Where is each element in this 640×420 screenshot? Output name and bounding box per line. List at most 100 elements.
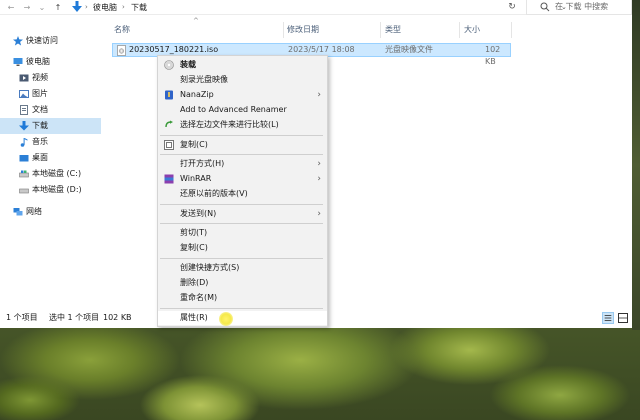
compare-icon xyxy=(165,120,173,128)
sidebar-item-label: 快速访问 xyxy=(26,36,58,45)
sidebar-item-label: 彼电脑 xyxy=(26,57,50,66)
sidebar-item-drive-c[interactable]: 本地磁盘 (C:) xyxy=(0,166,101,182)
submenu-arrow-icon: › xyxy=(317,209,321,219)
sidebar-item-label: 音乐 xyxy=(32,137,48,146)
sidebar-item-music[interactable]: 音乐 xyxy=(0,134,101,150)
sidebar-item-videos[interactable]: 视频 xyxy=(0,70,101,86)
menu-item-advanced-renamer[interactable]: Add to Advanced Renamer xyxy=(158,103,327,117)
column-divider[interactable] xyxy=(459,22,460,38)
refresh-button[interactable]: ↻ xyxy=(504,0,520,15)
sidebar-item-label: 本地磁盘 (C:) xyxy=(32,169,82,178)
search-box[interactable]: 在 下载 中搜索 xyxy=(526,0,632,15)
sidebar-item-drive-d[interactable]: 本地磁盘 (D:) xyxy=(0,182,101,198)
submenu-arrow-icon: › xyxy=(317,174,321,184)
sidebar-item-desktop[interactable]: 桌面 xyxy=(0,150,101,166)
document-icon xyxy=(20,105,28,115)
download-icon xyxy=(72,1,82,12)
sidebar-item-label: 文档 xyxy=(32,105,48,114)
navigation-pane: 快速访问 彼电脑 视频 图片 文档 下载 音乐 桌面 本地磁盘 (C:) 本地磁… xyxy=(0,15,101,308)
menu-item-properties[interactable]: 属性(R) xyxy=(158,311,327,325)
up-button[interactable]: ↑ xyxy=(53,0,63,15)
selected-count: 选中 1 个项目 xyxy=(49,313,100,322)
menu-item-delete[interactable]: 删除(D) xyxy=(158,276,327,290)
nanazip-icon xyxy=(165,90,173,100)
desktop-icon xyxy=(19,155,29,162)
star-icon xyxy=(13,36,23,46)
search-icon xyxy=(540,2,550,12)
breadcrumb-this-pc[interactable]: 彼电脑 xyxy=(93,0,117,15)
column-divider[interactable] xyxy=(380,22,381,38)
column-header-modified[interactable]: 修改日期 xyxy=(287,24,319,36)
column-divider[interactable] xyxy=(511,22,512,38)
column-header-size[interactable]: 大小 xyxy=(464,24,480,36)
menu-item-label: 选择左边文件来进行比较(L) xyxy=(180,120,279,129)
music-icon xyxy=(20,138,28,147)
menu-item-winrar[interactable]: WinRAR › xyxy=(158,172,327,186)
submenu-arrow-icon: › xyxy=(317,159,321,169)
column-header-type[interactable]: 类型 xyxy=(385,24,401,36)
menu-item-label: 刻录光盘映像 xyxy=(180,75,228,84)
sidebar-item-this-pc[interactable]: 彼电脑 xyxy=(0,54,101,70)
menu-item-burn-disc-image[interactable]: 刻录光盘映像 xyxy=(158,73,327,87)
menu-separator xyxy=(160,308,323,309)
menu-item-restore-previous-versions[interactable]: 还原以前的版本(V) xyxy=(158,187,327,201)
back-button[interactable]: ← xyxy=(6,0,16,15)
menu-item-label: 复制(C) xyxy=(180,140,208,149)
breadcrumb-separator: › xyxy=(85,3,88,11)
sidebar-item-network[interactable]: 网络 xyxy=(0,204,101,220)
sidebar-item-documents[interactable]: 文档 xyxy=(0,102,101,118)
sidebar-item-pictures[interactable]: 图片 xyxy=(0,86,101,102)
menu-item-label: 重命名(M) xyxy=(180,293,218,302)
large-icons-view-icon[interactable] xyxy=(617,312,629,324)
menu-item-mount[interactable]: 装载 xyxy=(158,58,327,72)
sort-caret-icon: ^ xyxy=(193,17,199,25)
menu-item-label: 剪切(T) xyxy=(180,228,208,237)
menu-item-label: NanaZip xyxy=(180,90,214,99)
menu-item-copy[interactable]: 复制(C) xyxy=(158,241,327,255)
disc-icon xyxy=(164,60,174,70)
column-divider[interactable] xyxy=(283,22,284,38)
menu-item-nanazip[interactable]: NanaZip › xyxy=(158,88,327,102)
iso-file-icon xyxy=(117,45,126,56)
drive-icon xyxy=(19,170,29,178)
menu-item-rename[interactable]: 重命名(M) xyxy=(158,291,327,305)
menu-item-label: 发送到(N) xyxy=(180,209,217,218)
network-icon xyxy=(13,208,23,216)
menu-item-label: 复制(C) xyxy=(180,243,208,252)
winrar-icon xyxy=(164,174,174,184)
menu-item-cut[interactable]: 剪切(T) xyxy=(158,226,327,240)
menu-item-open-with[interactable]: 打开方式(H) › xyxy=(158,157,327,171)
menu-item-compare-left[interactable]: 选择左边文件来进行比较(L) xyxy=(158,118,327,132)
sidebar-item-downloads[interactable]: 下载 xyxy=(0,118,101,134)
menu-item-label: 创建快捷方式(S) xyxy=(180,263,240,272)
sidebar-item-label: 图片 xyxy=(32,89,48,98)
sidebar-item-quick-access[interactable]: 快速访问 xyxy=(0,33,101,49)
selected-size: 102 KB xyxy=(103,313,132,322)
item-count: 1 个项目 xyxy=(6,313,38,322)
forward-button[interactable]: → xyxy=(22,0,32,15)
menu-item-create-shortcut[interactable]: 创建快捷方式(S) xyxy=(158,261,327,275)
drive-icon xyxy=(19,188,29,194)
sidebar-item-label: 桌面 xyxy=(32,153,48,162)
download-icon xyxy=(19,121,29,131)
sidebar-item-label: 本地磁盘 (D:) xyxy=(32,185,82,194)
sidebar-item-label: 视频 xyxy=(32,73,48,82)
cursor-highlight xyxy=(219,312,233,326)
search-input[interactable]: 在 下载 中搜索 xyxy=(555,0,608,14)
details-view-icon[interactable] xyxy=(602,312,614,324)
menu-item-label: Add to Advanced Renamer xyxy=(180,105,287,114)
menu-item-send-to[interactable]: 发送到(N) › xyxy=(158,207,327,221)
breadcrumb-downloads[interactable]: 下载 xyxy=(131,0,147,15)
menu-separator xyxy=(160,258,323,259)
submenu-arrow-icon: › xyxy=(317,90,321,100)
menu-item-copy-with-icon[interactable]: 复制(C) xyxy=(158,138,327,152)
menu-item-label: 属性(R) xyxy=(180,313,208,322)
path-box[interactable]: › 彼电脑 › 下载 ⌄ xyxy=(68,0,567,15)
sidebar-item-label: 网络 xyxy=(26,207,42,216)
desktop-wallpaper-edge xyxy=(632,0,640,330)
column-header-name[interactable]: 名称 xyxy=(114,24,130,36)
breadcrumb-separator: › xyxy=(122,3,125,11)
recent-dropdown-icon[interactable]: ⌄ xyxy=(37,0,47,15)
picture-icon xyxy=(19,90,29,98)
copy-icon xyxy=(164,140,174,150)
